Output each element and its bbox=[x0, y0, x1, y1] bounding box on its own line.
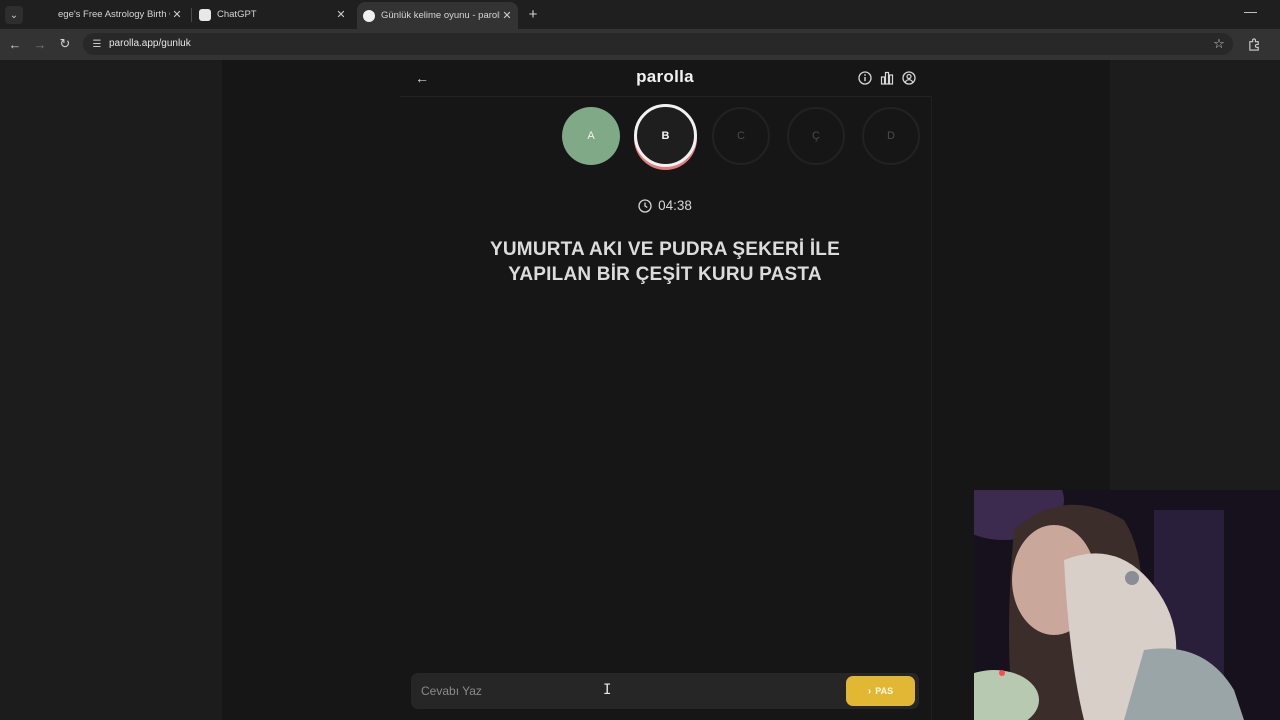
tab-close-icon[interactable]: ✕ bbox=[170, 8, 184, 21]
question-text: YUMURTA AKI VE PUDRA ŞEKERİ İLE YAPILAN … bbox=[420, 237, 910, 287]
tab-close-icon[interactable]: ✕ bbox=[334, 8, 348, 21]
browser-tab-bar: ⌄ ege's Free Astrology Birth Chart ✕ Cha… bbox=[0, 0, 1280, 29]
chevron-right-icon: › bbox=[867, 685, 872, 697]
tab-separator bbox=[191, 8, 192, 22]
question-line-2: YAPILAN BİR ÇEŞİT KURU PASTA bbox=[508, 264, 822, 285]
app-back-arrow-icon[interactable]: ← bbox=[414, 70, 430, 86]
letter-circle-c: C bbox=[712, 107, 770, 165]
tab-close-icon[interactable]: ✕ bbox=[500, 9, 514, 22]
letter-circle-a: A bbox=[562, 107, 620, 165]
clock-icon bbox=[638, 198, 652, 213]
tab-search-icon[interactable]: ⌄ bbox=[5, 6, 23, 24]
reload-icon[interactable]: ↻ bbox=[57, 36, 73, 52]
parolla-favicon-icon bbox=[363, 9, 375, 22]
letter-circle-d: D bbox=[862, 107, 920, 165]
site-info-icon[interactable]: ☰ bbox=[90, 37, 104, 51]
timer-value: 04:38 bbox=[658, 198, 692, 213]
text-cursor-icon: I bbox=[603, 682, 612, 698]
pass-label: PAS bbox=[875, 686, 894, 696]
letter-circle-c-cedilla: Ç bbox=[787, 107, 845, 165]
letter-circle-b: B bbox=[634, 104, 697, 167]
tab-chatgpt[interactable]: ChatGPT ✕ bbox=[194, 0, 352, 29]
tab-astrology[interactable]: ege's Free Astrology Birth Chart ✕ bbox=[32, 0, 188, 29]
tab-parolla[interactable]: Günlük kelime oyunu - parolla ✕ bbox=[357, 2, 518, 29]
question-line-1: YUMURTA AKI VE PUDRA ŞEKERİ İLE bbox=[490, 239, 840, 260]
info-icon[interactable] bbox=[857, 70, 873, 86]
pass-button[interactable]: › PAS bbox=[846, 676, 915, 706]
extensions-icon[interactable] bbox=[1246, 36, 1262, 52]
webcam-overlay bbox=[974, 490, 1280, 720]
header-divider bbox=[400, 96, 932, 97]
tab-title: ege's Free Astrology Birth Chart bbox=[58, 9, 170, 20]
bookmark-star-icon[interactable]: ☆ bbox=[1211, 36, 1227, 52]
new-tab-icon[interactable]: + bbox=[525, 6, 541, 23]
minimize-window-icon[interactable]: — bbox=[1244, 4, 1257, 19]
column-divider bbox=[931, 96, 932, 720]
tab-title: ChatGPT bbox=[217, 9, 257, 20]
webcam-figure bbox=[974, 490, 1280, 720]
answer-input[interactable] bbox=[421, 681, 821, 701]
back-arrow-icon[interactable]: ← bbox=[7, 36, 23, 52]
stats-chart-icon[interactable] bbox=[879, 70, 895, 86]
user-profile-icon[interactable] bbox=[901, 70, 917, 86]
astrology-favicon-icon bbox=[40, 8, 52, 21]
chatgpt-favicon-icon bbox=[199, 8, 211, 21]
tab-title: Günlük kelime oyunu - parolla bbox=[381, 10, 500, 21]
forward-arrow-icon[interactable]: → bbox=[32, 36, 48, 52]
page-margin-left bbox=[0, 60, 222, 720]
url-text[interactable]: parolla.app/gunluk bbox=[109, 38, 191, 49]
address-bar[interactable] bbox=[83, 33, 1233, 55]
countdown-timer: 04:38 bbox=[600, 198, 730, 213]
app-brand[interactable]: parolla bbox=[600, 67, 730, 87]
